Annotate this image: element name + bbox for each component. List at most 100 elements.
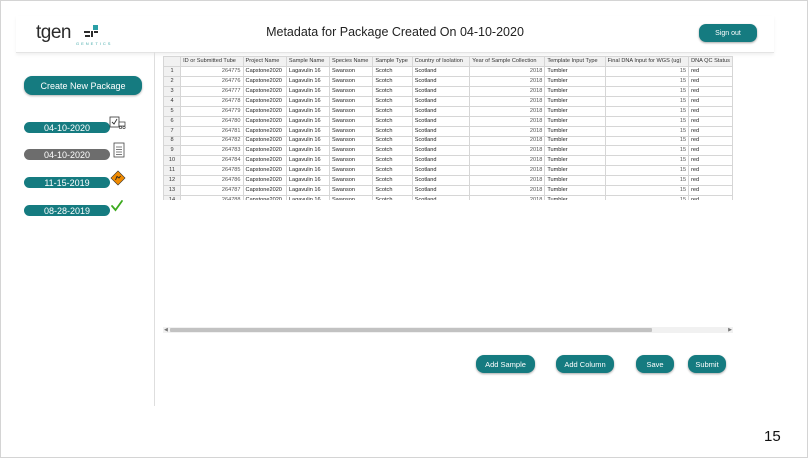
table-cell[interactable]: 2018 xyxy=(469,155,546,167)
table-cell[interactable]: 15 xyxy=(604,75,690,87)
table-cell[interactable]: Scotch xyxy=(372,195,413,200)
table-row[interactable]: 11 264785 Capstone2020 Lagavulin 16 Swanson S… xyxy=(163,165,733,177)
table-cell[interactable]: Capstone2020 xyxy=(242,105,287,117)
table-cell[interactable]: Swanson xyxy=(328,155,374,167)
table-cell[interactable]: Capstone2020 xyxy=(242,195,287,200)
table-cell[interactable]: 264776 xyxy=(180,75,244,87)
column-header[interactable]: Sample Name xyxy=(285,56,330,67)
table-cell[interactable]: Scotch xyxy=(372,135,413,147)
create-new-package-button[interactable]: Create New Package xyxy=(24,76,142,95)
table-row[interactable]: 4 264778 Capstone2020 Lagavulin 16 Swanson Sc… xyxy=(163,95,733,107)
table-cell[interactable]: red xyxy=(688,145,733,157)
table-cell[interactable]: Swanson xyxy=(328,165,374,177)
package-button-1[interactable]: 04-10-2020 xyxy=(24,122,110,133)
column-header[interactable]: Template Input Type xyxy=(544,56,606,67)
table-cell[interactable]: Capstone2020 xyxy=(242,145,287,157)
sign-out-button[interactable]: Sign out xyxy=(699,24,757,42)
table-cell[interactable]: Capstone2020 xyxy=(242,175,287,187)
table-cell[interactable]: 15 xyxy=(604,85,690,97)
table-cell[interactable]: Scotland xyxy=(411,165,471,177)
table-cell[interactable]: 264781 xyxy=(180,125,244,137)
submit-button[interactable]: Submit xyxy=(688,355,726,373)
table-cell[interactable]: 15 xyxy=(604,165,690,177)
table-cell[interactable]: Lagavulin 16 xyxy=(285,195,330,200)
table-cell[interactable]: 15 xyxy=(604,125,690,137)
table-cell[interactable]: Scotch xyxy=(372,115,413,127)
table-cell[interactable]: Swanson xyxy=(328,175,374,187)
column-header[interactable]: Species Name xyxy=(328,56,374,67)
column-header[interactable]: ID or Submitted Tube xyxy=(180,56,244,67)
table-cell[interactable]: Lagavulin 16 xyxy=(285,145,330,157)
table-row[interactable]: 6 264780 Capstone2020 Lagavulin 16 Swanson Sc… xyxy=(163,115,733,127)
package-button-3[interactable]: 11-15-2019 xyxy=(24,177,110,188)
table-cell[interactable]: Capstone2020 xyxy=(242,125,287,137)
table-cell[interactable]: Lagavulin 16 xyxy=(285,85,330,97)
table-cell[interactable]: 15 xyxy=(604,105,690,117)
scrollbar-thumb[interactable] xyxy=(170,328,652,332)
table-cell[interactable]: Swanson xyxy=(328,125,374,137)
package-button-4[interactable]: 08-28-2019 xyxy=(24,205,110,216)
table-cell[interactable]: Capstone2020 xyxy=(242,185,287,197)
table-cell[interactable]: Swanson xyxy=(328,105,374,117)
metadata-grid[interactable]: ID or Submitted Tube Project Name Sample… xyxy=(163,56,733,200)
table-cell[interactable]: Tumbler xyxy=(544,75,606,87)
table-cell[interactable]: Scotland xyxy=(411,195,471,200)
table-row[interactable]: 8 264782 Capstone2020 Lagavulin 16 Swanson Sc… xyxy=(163,135,733,147)
table-cell[interactable]: Scotch xyxy=(372,185,413,197)
table-cell[interactable]: Lagavulin 16 xyxy=(285,155,330,167)
table-row[interactable]: 12 264786 Capstone2020 Lagavulin 16 Swanson S… xyxy=(163,175,733,187)
table-cell[interactable]: Swanson xyxy=(328,135,374,147)
table-cell[interactable]: 264780 xyxy=(180,115,244,127)
table-cell[interactable]: 2018 xyxy=(469,175,546,187)
table-cell[interactable]: 264777 xyxy=(180,85,244,97)
table-cell[interactable]: 15 xyxy=(604,115,690,127)
table-cell[interactable]: 2018 xyxy=(469,125,546,137)
table-cell[interactable]: Scotland xyxy=(411,175,471,187)
table-cell[interactable]: red xyxy=(688,115,733,127)
column-header[interactable]: Sample Type xyxy=(372,56,413,67)
table-cell[interactable]: Tumbler xyxy=(544,85,606,97)
table-cell[interactable]: Tumbler xyxy=(544,65,606,77)
table-cell[interactable]: Tumbler xyxy=(544,125,606,137)
table-cell[interactable]: Lagavulin 16 xyxy=(285,65,330,77)
column-header[interactable]: DNA QC Status xyxy=(688,56,733,67)
table-cell[interactable]: 15 xyxy=(604,185,690,197)
table-cell[interactable]: Swanson xyxy=(328,195,374,200)
table-cell[interactable]: Tumbler xyxy=(544,105,606,117)
table-cell[interactable]: 15 xyxy=(604,175,690,187)
table-cell[interactable]: Capstone2020 xyxy=(242,95,287,107)
table-cell[interactable]: 264783 xyxy=(180,145,244,157)
table-cell[interactable]: 264788 xyxy=(180,195,244,200)
table-cell[interactable]: Swanson xyxy=(328,75,374,87)
table-cell[interactable]: red xyxy=(688,185,733,197)
column-header[interactable]: Final DNA Input for WGS (ug) xyxy=(604,56,690,67)
table-cell[interactable]: 2018 xyxy=(469,115,546,127)
table-cell[interactable]: Capstone2020 xyxy=(242,165,287,177)
table-cell[interactable]: Capstone2020 xyxy=(242,75,287,87)
table-cell[interactable]: 264775 xyxy=(180,65,244,77)
table-cell[interactable]: 15 xyxy=(604,65,690,77)
table-cell[interactable]: Scotland xyxy=(411,135,471,147)
table-cell[interactable]: 264785 xyxy=(180,165,244,177)
table-cell[interactable]: Scotch xyxy=(372,175,413,187)
table-cell[interactable]: 15 xyxy=(604,145,690,157)
table-cell[interactable]: Tumbler xyxy=(544,95,606,107)
table-row[interactable]: 13 264787 Capstone2020 Lagavulin 16 Swanson S… xyxy=(163,185,733,197)
table-cell[interactable]: Scotch xyxy=(372,75,413,87)
table-cell[interactable]: Scotland xyxy=(411,65,471,77)
add-column-button[interactable]: Add Column xyxy=(556,355,614,373)
table-cell[interactable]: red xyxy=(688,75,733,87)
table-cell[interactable]: Scotland xyxy=(411,145,471,157)
table-cell[interactable]: 2018 xyxy=(469,135,546,147)
table-cell[interactable]: 2018 xyxy=(469,65,546,77)
table-cell[interactable]: red xyxy=(688,175,733,187)
table-cell[interactable]: Tumbler xyxy=(544,165,606,177)
table-cell[interactable]: Swanson xyxy=(328,85,374,97)
table-cell[interactable]: Swanson xyxy=(328,145,374,157)
table-cell[interactable]: red xyxy=(688,155,733,167)
table-cell[interactable]: Tumbler xyxy=(544,175,606,187)
column-header[interactable]: Project Name xyxy=(242,56,287,67)
table-cell[interactable]: 264779 xyxy=(180,105,244,117)
table-cell[interactable]: Scotch xyxy=(372,105,413,117)
table-cell[interactable]: 264784 xyxy=(180,155,244,167)
